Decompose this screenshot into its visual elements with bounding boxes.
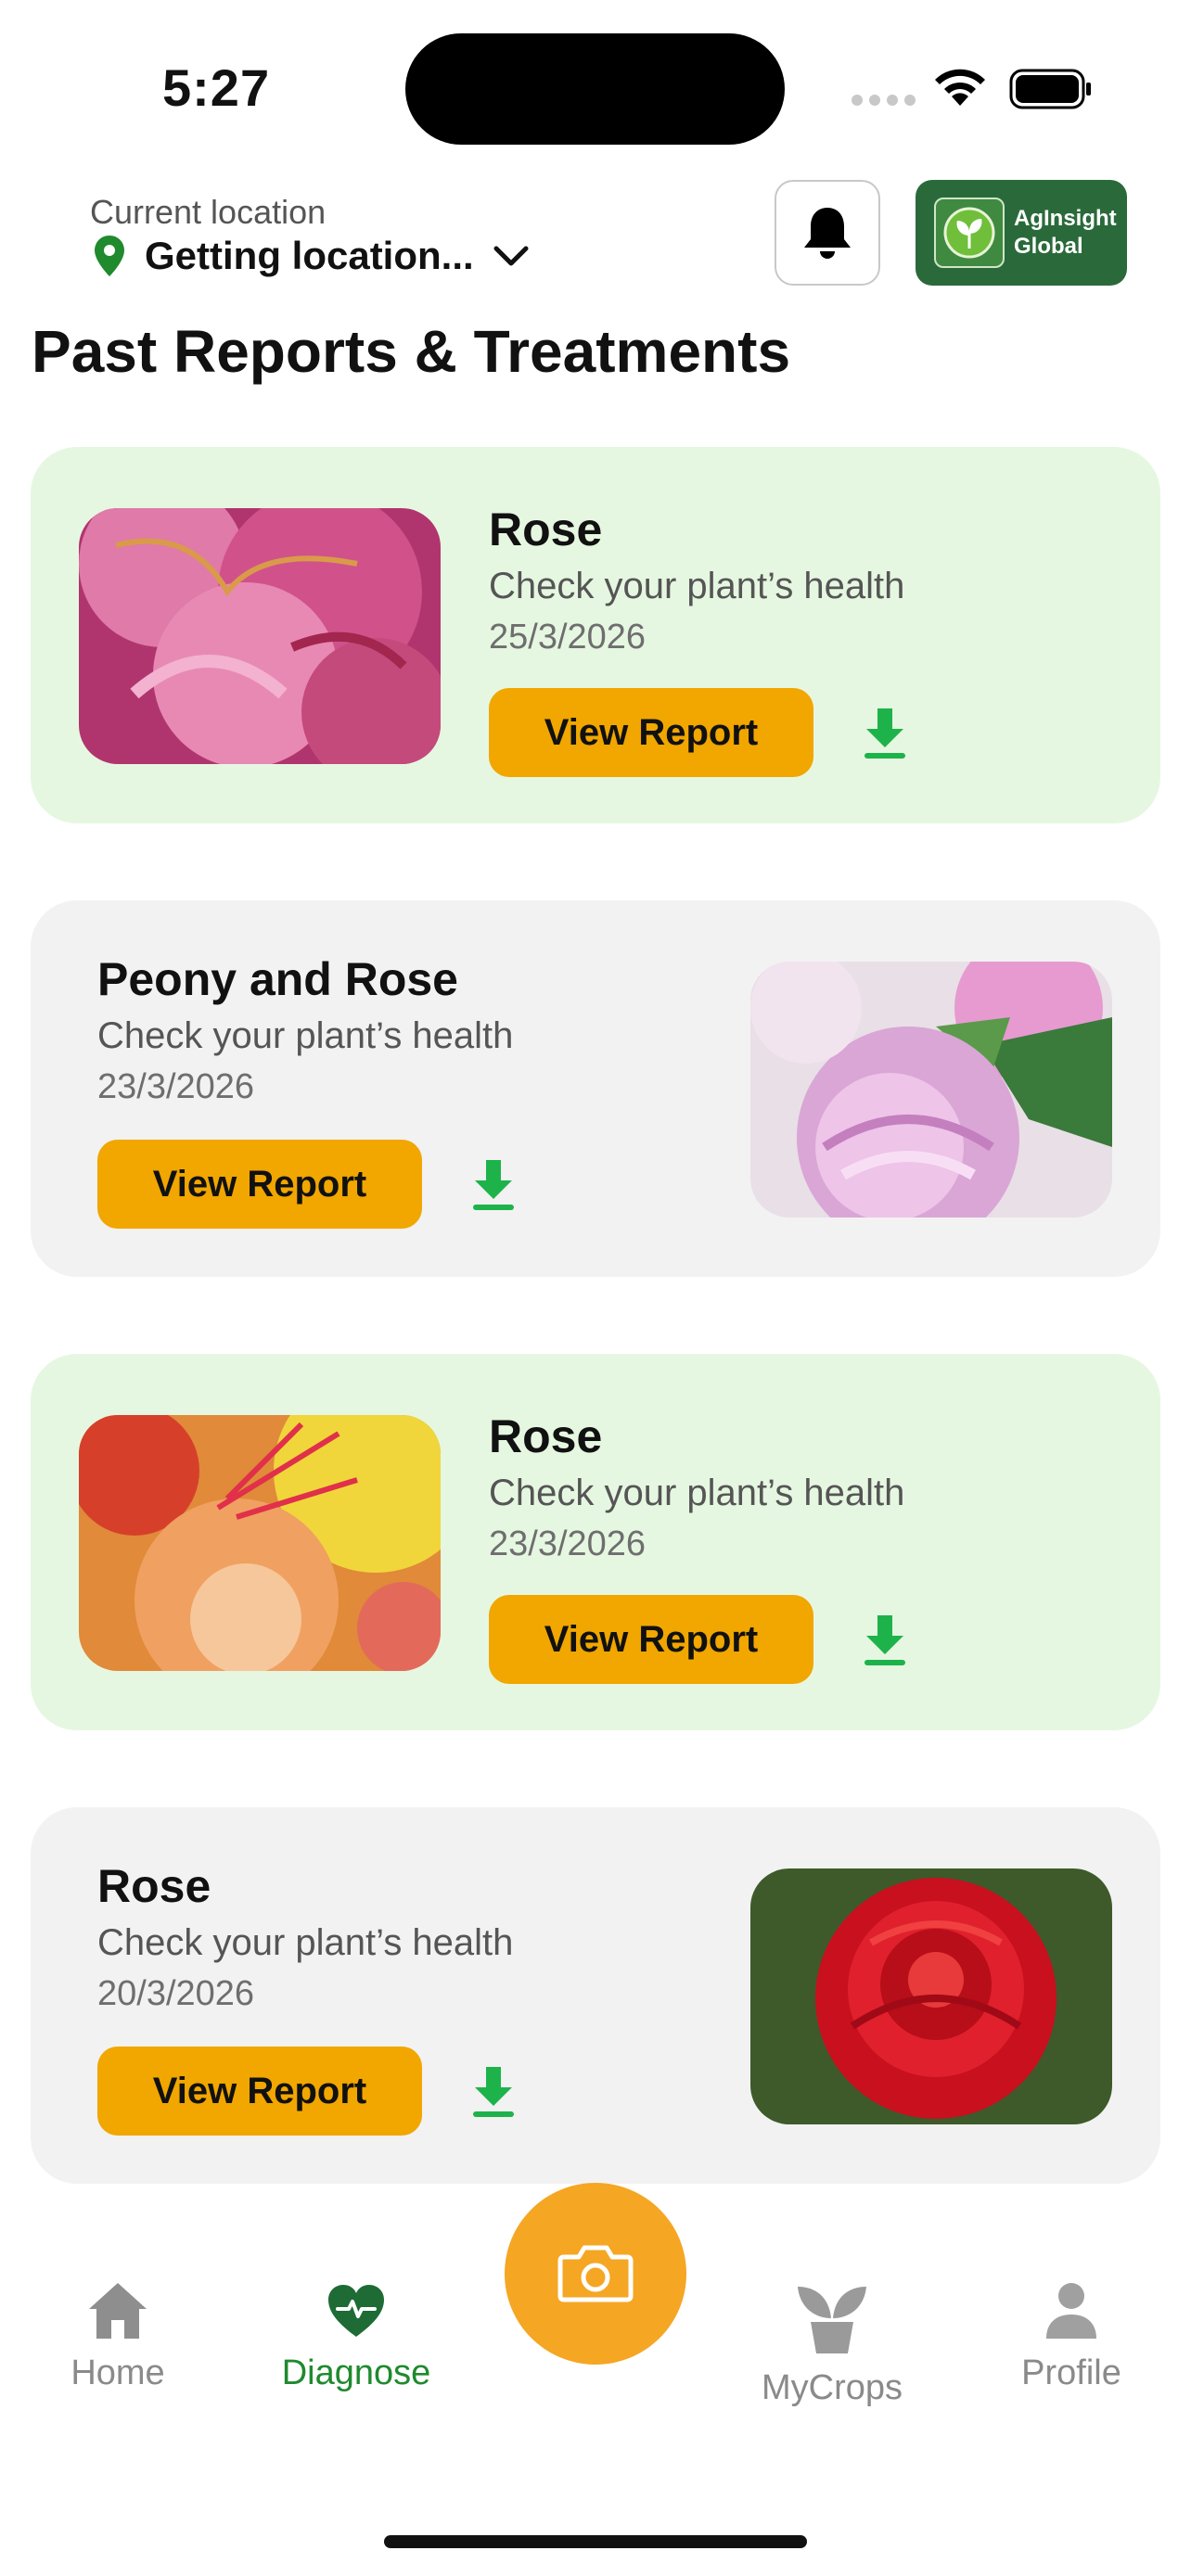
report-card[interactable]: Rose Check your plant’s health 23/3/2026… (31, 1354, 1160, 1730)
tab-mycrops[interactable]: MyCrops (739, 2281, 925, 2408)
view-report-button[interactable]: View Report (489, 688, 813, 777)
notifications-button[interactable] (775, 180, 880, 286)
report-title: Rose (97, 1860, 211, 1912)
bell-icon (804, 208, 851, 259)
camera-button[interactable] (505, 2183, 686, 2365)
plant-photo (750, 1868, 1112, 2124)
report-date: 23/3/2026 (489, 1524, 647, 1563)
page-title: Past Reports & Treatments (32, 318, 791, 385)
logo-text-line2: Global (1014, 234, 1083, 259)
person-icon (1046, 2283, 1096, 2339)
plant-photo (79, 1415, 441, 1671)
report-card[interactable]: Rose Check your plant’s health 25/3/2026… (31, 447, 1160, 823)
home-indicator[interactable] (384, 2535, 807, 2548)
camera-icon (557, 2245, 634, 2302)
tab-home-label: Home (70, 2353, 165, 2392)
heart-pulse-icon (328, 2285, 384, 2337)
view-report-button[interactable]: View Report (97, 1140, 422, 1229)
location-selector[interactable]: Getting location... (93, 234, 530, 278)
plant-pot-icon (798, 2287, 866, 2353)
leaf-logo-icon (934, 198, 1005, 268)
report-title: Rose (489, 1410, 603, 1462)
brand-logo[interactable]: AgInsight Global (916, 180, 1127, 286)
home-icon (89, 2283, 147, 2339)
plant-photo (750, 962, 1112, 1218)
download-icon[interactable] (863, 707, 907, 760)
tab-profile-label: Profile (1021, 2353, 1121, 2392)
download-icon[interactable] (863, 1613, 907, 1667)
status-time: 5:27 (162, 58, 271, 117)
report-card[interactable]: Peony and Rose Check your plant’s health… (31, 900, 1160, 1277)
report-subtitle: Check your plant’s health (97, 1922, 514, 1963)
location-value: Getting location... (145, 234, 474, 277)
report-title: Peony and Rose (97, 953, 458, 1005)
screen: 5:27 Current location Getting location..… (0, 0, 1191, 2576)
dynamic-island (405, 33, 785, 145)
tab-diagnose[interactable]: Diagnose (263, 2281, 449, 2393)
location-label: Current location (90, 193, 327, 231)
report-card[interactable]: Rose Check your plant’s health 20/3/2026… (31, 1807, 1160, 2184)
report-subtitle: Check your plant’s health (489, 1473, 905, 1513)
battery-icon (1009, 69, 1091, 109)
report-title: Rose (489, 504, 603, 555)
download-icon[interactable] (471, 2065, 516, 2119)
chevron-down-icon (493, 246, 529, 266)
download-icon[interactable] (471, 1158, 516, 1212)
tab-home[interactable]: Home (25, 2281, 211, 2393)
logo-text-line1: AgInsight (1014, 206, 1117, 231)
tab-profile[interactable]: Profile (979, 2281, 1164, 2393)
map-pin-icon (95, 236, 124, 276)
wifi-icon (935, 69, 985, 106)
view-report-button[interactable]: View Report (489, 1595, 813, 1684)
report-subtitle: Check your plant’s health (489, 566, 905, 606)
tab-mycrops-label: MyCrops (761, 2368, 903, 2407)
tab-diagnose-label: Diagnose (281, 2353, 431, 2392)
report-subtitle: Check your plant’s health (97, 1015, 514, 1056)
cellular-signal-icon (852, 95, 916, 106)
report-date: 20/3/2026 (97, 1974, 255, 2013)
report-date: 23/3/2026 (97, 1067, 255, 1106)
view-report-button[interactable]: View Report (97, 2047, 422, 2136)
report-date: 25/3/2026 (489, 618, 647, 657)
plant-photo (79, 508, 441, 764)
